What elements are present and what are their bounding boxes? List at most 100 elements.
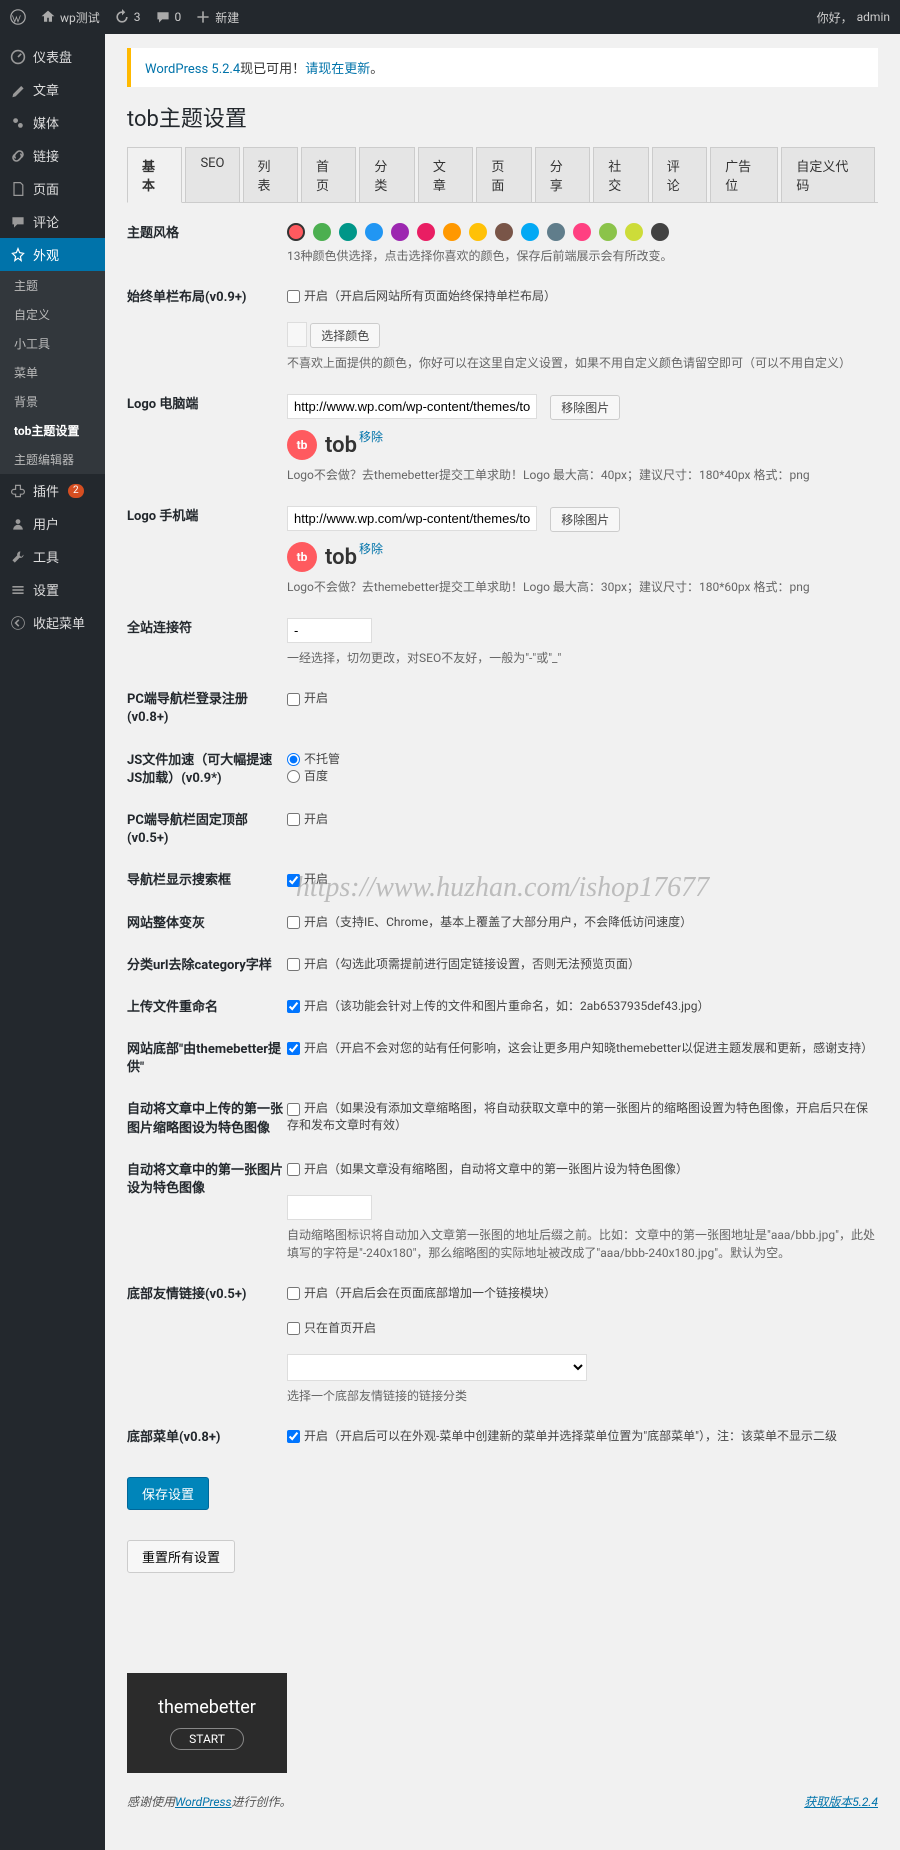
chk-footer-credit[interactable] [287, 1042, 300, 1055]
menu-links[interactable]: 链接 [0, 139, 105, 172]
radio-js-baidu[interactable] [287, 770, 300, 783]
logo-pc-url-input[interactable] [287, 394, 537, 419]
color-swatch-8[interactable] [495, 223, 513, 241]
label-auto-first: 自动将文章中的第一张图片设为特色图像 [127, 1160, 287, 1262]
tab-10[interactable]: 广告位 [710, 147, 778, 202]
logo-pc-remove-link[interactable]: 移除 [359, 428, 383, 445]
submenu-themes[interactable]: 主题 [0, 271, 105, 300]
connector-input[interactable] [287, 618, 372, 643]
label-footer-links: 底部友情链接(v0.5+) [127, 1284, 287, 1405]
submenu-tob-settings[interactable]: tob主题设置 [0, 416, 105, 445]
label-url-remove-cat: 分类url去除category字样 [127, 955, 287, 975]
custom-color-input[interactable] [287, 322, 307, 347]
logo-mobile-url-input[interactable] [287, 506, 537, 531]
chk-file-rename[interactable] [287, 1000, 300, 1013]
footer-links-select[interactable] [287, 1354, 587, 1381]
footer-wp-link[interactable]: WordPress [175, 1795, 232, 1809]
label-single-col: 始终单栏布局(v0.9+) [127, 287, 287, 372]
logo-pc-remove-button[interactable]: 移除图片 [550, 395, 620, 420]
footer-version-link[interactable]: 获取版本5.2.4 [804, 1793, 878, 1810]
menu-pages[interactable]: 页面 [0, 172, 105, 205]
menu-plugins[interactable]: 插件2 [0, 474, 105, 507]
chk-nav-login[interactable] [287, 693, 300, 706]
site-link[interactable]: wp测试 [40, 9, 100, 26]
submenu-menus[interactable]: 菜单 [0, 358, 105, 387]
color-swatch-5[interactable] [417, 223, 435, 241]
label-logo-mobile: Logo 手机端 [127, 506, 287, 596]
updates-link[interactable]: 3 [114, 9, 141, 25]
tab-3[interactable]: 首页 [301, 147, 356, 202]
tab-5[interactable]: 文章 [418, 147, 473, 202]
radio-js-none[interactable] [287, 753, 300, 766]
color-swatch-4[interactable] [391, 223, 409, 241]
menu-appearance[interactable]: 外观 [0, 238, 105, 271]
user-menu[interactable]: 你好，admin [817, 9, 890, 26]
save-button[interactable]: 保存设置 [127, 1477, 209, 1510]
menu-users[interactable]: 用户 [0, 507, 105, 540]
tab-6[interactable]: 页面 [476, 147, 531, 202]
auto-thumb-suffix-input[interactable] [287, 1195, 372, 1220]
logo-pc-preview-text: tob [325, 433, 357, 458]
menu-tools[interactable]: 工具 [0, 540, 105, 573]
chk-auto-thumb[interactable] [287, 1103, 300, 1116]
menu-settings[interactable]: 设置 [0, 573, 105, 606]
tab-7[interactable]: 分享 [535, 147, 590, 202]
tab-9[interactable]: 评论 [652, 147, 707, 202]
comments-link[interactable]: 0 [155, 9, 182, 25]
submenu-background[interactable]: 背景 [0, 387, 105, 416]
menu-comments[interactable]: 评论 [0, 205, 105, 238]
chk-site-gray[interactable] [287, 916, 300, 929]
logo-mobile-remove-button[interactable]: 移除图片 [550, 507, 620, 532]
color-swatch-2[interactable] [339, 223, 357, 241]
update-now-link[interactable]: 请现在更新 [305, 62, 370, 77]
color-swatch-3[interactable] [365, 223, 383, 241]
pick-color-button[interactable]: 选择颜色 [310, 323, 380, 348]
color-swatch-11[interactable] [573, 223, 591, 241]
color-swatch-13[interactable] [625, 223, 643, 241]
menu-dashboard[interactable]: 仪表盘 [0, 40, 105, 73]
menu-collapse[interactable]: 收起菜单 [0, 606, 105, 639]
tab-1[interactable]: SEO [185, 147, 239, 202]
color-swatch-7[interactable] [469, 223, 487, 241]
color-swatch-12[interactable] [599, 223, 617, 241]
chk-auto-first[interactable] [287, 1163, 300, 1176]
tab-11[interactable]: 自定义代码 [781, 147, 875, 202]
tab-0[interactable]: 基本 [127, 147, 182, 203]
new-link[interactable]: 新建 [195, 9, 239, 26]
color-swatch-6[interactable] [443, 223, 461, 241]
chk-footer-links-home[interactable] [287, 1322, 300, 1335]
label-footer-credit: 网站底部"由themebetter提供" [127, 1039, 287, 1077]
chk-single-col[interactable] [287, 290, 300, 303]
color-swatch-1[interactable] [313, 223, 331, 241]
label-js-accel: JS文件加速（可大幅提速JS加载）(v0.9*) [127, 750, 287, 788]
color-swatch-10[interactable] [547, 223, 565, 241]
logo-mobile-preview-icon: tb [287, 542, 317, 572]
tab-2[interactable]: 列表 [243, 147, 298, 202]
chk-footer-links[interactable] [287, 1287, 300, 1300]
color-swatch-9[interactable] [521, 223, 539, 241]
desc-pick-color: 不喜欢上面提供的颜色，你好可以在这里自定义设置，如果不用自定义颜色请留空即可（可… [287, 354, 878, 372]
submenu-theme-editor[interactable]: 主题编辑器 [0, 445, 105, 474]
desc-auto-first: 自动缩略图标识将自动加入文章第一张图的地址后缀之前。比如：文章中的第一张图地址是… [287, 1226, 878, 1262]
chk-nav-fixed[interactable] [287, 813, 300, 826]
label-connector: 全站连接符 [127, 618, 287, 667]
color-swatch-0[interactable] [287, 223, 305, 241]
color-swatch-14[interactable] [651, 223, 669, 241]
chk-url-remove-cat[interactable] [287, 958, 300, 971]
submenu-widgets[interactable]: 小工具 [0, 329, 105, 358]
wp-logo-icon[interactable] [10, 9, 26, 25]
color-swatches [287, 223, 878, 241]
chk-nav-search[interactable] [287, 874, 300, 887]
menu-posts[interactable]: 文章 [0, 73, 105, 106]
submenu-customize[interactable]: 自定义 [0, 300, 105, 329]
tab-8[interactable]: 社交 [593, 147, 648, 202]
wp-version-link[interactable]: WordPress 5.2.4 [145, 62, 240, 77]
themebetter-start-button[interactable]: START [170, 1728, 244, 1750]
reset-button[interactable]: 重置所有设置 [127, 1540, 235, 1573]
logo-mobile-remove-link[interactable]: 移除 [359, 540, 383, 557]
menu-media[interactable]: 媒体 [0, 106, 105, 139]
tab-4[interactable]: 分类 [359, 147, 414, 202]
desc-footer-links: 选择一个底部友情链接的链接分类 [287, 1387, 878, 1405]
label-theme-style: 主题风格 [127, 223, 287, 265]
chk-footer-menu[interactable] [287, 1430, 300, 1443]
